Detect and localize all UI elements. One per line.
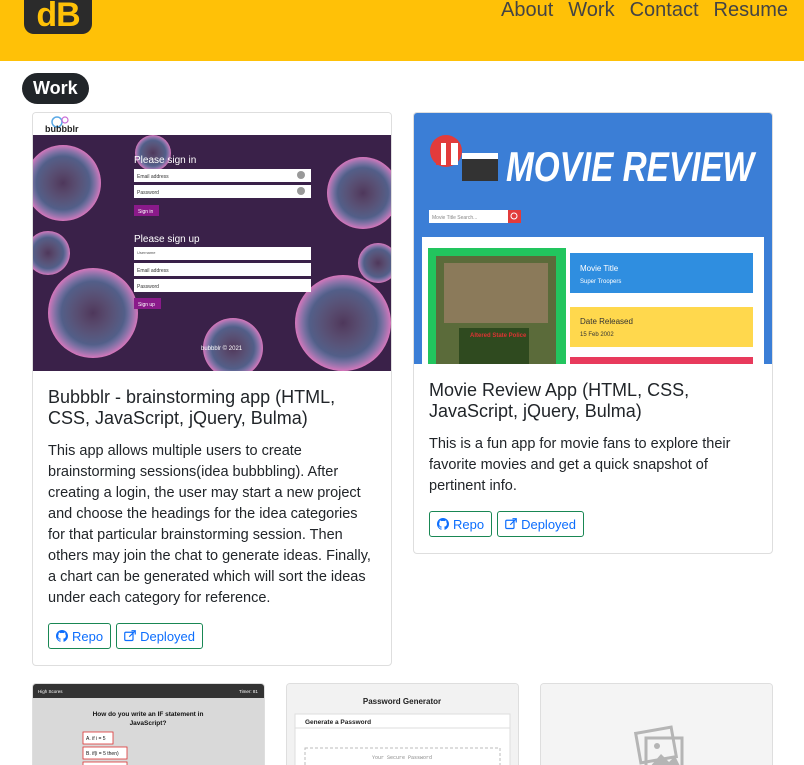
logo[interactable]: dB — [24, 0, 92, 34]
svg-text:JavaScript?: JavaScript? — [130, 720, 167, 727]
svg-text:Please sign in: Please sign in — [134, 155, 196, 166]
svg-text:Timer: 81: Timer: 81 — [239, 689, 258, 694]
github-icon — [56, 630, 68, 642]
nav-resume-link[interactable]: Resume — [714, 0, 788, 22]
svg-text:Your Secure Password: Your Secure Password — [372, 755, 432, 761]
nav-contact-link[interactable]: Contact — [630, 0, 699, 22]
svg-text:MOVIE REVIEW: MOVIE REVIEW — [506, 143, 757, 190]
svg-text:15 Feb 2002: 15 Feb 2002 — [580, 332, 614, 338]
svg-text:B. if(i = 5 then): B. if(i = 5 then) — [86, 751, 119, 757]
project-screenshot-password-generator: Password Generator Generate a Password Y… — [287, 684, 518, 765]
svg-text:Email address: Email address — [137, 174, 169, 180]
svg-text:Movie Title: Movie Title — [580, 264, 619, 273]
svg-text:Sign up: Sign up — [138, 302, 155, 308]
repo-button[interactable]: Repo — [48, 623, 112, 649]
nav-about-link[interactable]: About — [501, 0, 553, 22]
image-placeholder-icon — [541, 684, 772, 765]
svg-text:Password: Password — [137, 190, 159, 196]
external-link-icon — [505, 518, 517, 530]
svg-text:Altered State Police: Altered State Police — [470, 333, 527, 339]
project-description: This is a fun app for movie fans to expl… — [429, 436, 731, 494]
svg-text:Generate a Password: Generate a Password — [305, 719, 371, 726]
top-navbar: dB About Work Contact Resume — [0, 0, 804, 61]
deployed-label: Deployed — [521, 516, 577, 532]
project-card-quiz: High Scores Timer: 81 How do you write a… — [32, 683, 265, 765]
project-description: This app allows multiple users to create… — [48, 443, 371, 606]
svg-text:A. if i = 5: A. if i = 5 — [86, 736, 106, 742]
deployed-button[interactable]: Deployed — [116, 623, 204, 649]
project-screenshot-movie-review: MOVIE REVIEW Movie Title Search... Alter… — [414, 113, 772, 364]
svg-text:bubbblr © 2021: bubbblr © 2021 — [201, 345, 243, 352]
project-card-movie-review: MOVIE REVIEW Movie Title Search... Alter… — [413, 112, 773, 554]
github-icon — [437, 518, 449, 530]
nav-work-link[interactable]: Work — [568, 0, 614, 22]
svg-text:High Scores: High Scores — [38, 689, 63, 694]
svg-text:bubbblr: bubbblr — [45, 124, 79, 134]
project-screenshot-quiz: High Scores Timer: 81 How do you write a… — [33, 684, 264, 765]
svg-text:How do you write an IF stateme: How do you write an IF statement in — [93, 711, 204, 718]
section-title: Work — [22, 73, 89, 104]
project-title: Bubbblr - brainstorming app (HTML, CSS, … — [48, 387, 336, 428]
svg-text:Username: Username — [137, 250, 156, 255]
svg-text:Password Generator: Password Generator — [363, 697, 441, 706]
external-link-icon — [124, 630, 136, 642]
project-screenshot-bubbblr: bubbblr Please sign in Email address Pas… — [33, 113, 391, 371]
repo-button[interactable]: Repo — [429, 511, 493, 537]
svg-text:Please sign up: Please sign up — [134, 234, 200, 245]
svg-text:Sign in: Sign in — [138, 209, 154, 215]
project-card-password-generator: Password Generator Generate a Password Y… — [286, 683, 519, 765]
svg-text:Super Troopers: Super Troopers — [580, 279, 621, 285]
repo-label: Repo — [72, 628, 104, 644]
svg-text:Password: Password — [137, 284, 159, 290]
svg-text:Movie Title Search...: Movie Title Search... — [432, 215, 477, 221]
repo-label: Repo — [453, 516, 485, 532]
project-card-placeholder — [540, 683, 773, 765]
project-card-bubbblr: bubbblr Please sign in Email address Pas… — [32, 112, 392, 666]
svg-text:Email address: Email address — [137, 268, 169, 274]
deployed-button[interactable]: Deployed — [497, 511, 585, 537]
svg-text:Date Released: Date Released — [580, 317, 633, 326]
project-title: Movie Review App (HTML, CSS, JavaScript,… — [429, 380, 690, 421]
main-nav: About Work Contact Resume — [501, 0, 788, 22]
deployed-label: Deployed — [140, 628, 196, 644]
